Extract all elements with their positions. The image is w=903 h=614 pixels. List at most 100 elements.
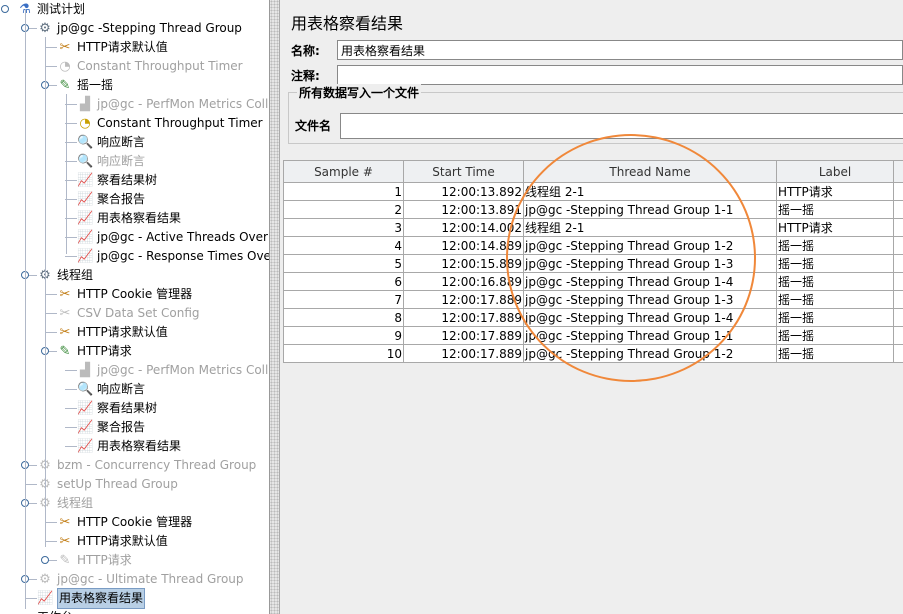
table-row[interactable]: 5 12:00:15.889 jp@gc -Stepping Thread Grou… (283, 254, 903, 273)
table-cell (893, 344, 903, 363)
tree-guide-line (45, 37, 46, 547)
tree-node[interactable]: ▟ jp@gc - PerfMon Metrics Collector (77, 361, 269, 380)
table-row[interactable]: 10 12:00:17.889 jp@gc -Stepping Thread Gro… (283, 344, 903, 363)
table-cell: 12:00:16.889 (403, 272, 524, 291)
tree-node-label: jp@gc - Ultimate Thread Group (57, 572, 244, 586)
tree-node[interactable]: ✎ 摇一摇 (57, 76, 113, 95)
table-header: Sample #Start TimeThread NameLabelS (283, 160, 903, 183)
tree-node-label: setUp Thread Group (57, 477, 178, 491)
table-cell: HTTP请求 (776, 218, 894, 237)
tree-node[interactable]: ▟ jp@gc - PerfMon Metrics Collector (77, 95, 269, 114)
table-cell (893, 218, 903, 237)
comment-input[interactable] (337, 65, 903, 85)
table-row[interactable]: 3 12:00:14.002 线程组 2-1 HTTP请求 (283, 218, 903, 237)
table-row[interactable]: 9 12:00:17.889 jp@gc -Stepping Thread Grou… (283, 326, 903, 345)
tree-node[interactable]: ✎ HTTP请求 (57, 342, 132, 361)
tree-node[interactable]: 🔍 响应断言 (77, 380, 145, 399)
tree-node[interactable]: 📈 察看结果树 (77, 171, 157, 190)
comment-label: 注释: (291, 68, 320, 83)
tree-node[interactable]: 🔍 响应断言 (77, 152, 145, 171)
tree-node-label: 摇一摇 (77, 78, 114, 92)
table-row[interactable]: 1 12:00:13.892 线程组 2-1 HTTP请求 (283, 182, 903, 201)
column-header[interactable]: S (893, 160, 903, 183)
tree-node[interactable]: 📈 聚合报告 (77, 418, 145, 437)
tree-node[interactable]: 📈jp@gc - Response Times Over Time (77, 247, 269, 266)
tree-connector (25, 484, 37, 485)
table-cell (893, 182, 903, 201)
tree-node[interactable]: ✎ HTTP请求 (57, 551, 132, 570)
tree-node[interactable]: ⚗ 测试计划 (17, 0, 85, 19)
tree-node[interactable]: ✂ HTTP请求默认值 (57, 323, 168, 342)
column-header[interactable]: Start Time (403, 160, 524, 183)
tree-node-label: HTTP请求默认值 (77, 325, 168, 339)
tree-node[interactable]: ⚙ setUp Thread Group (37, 475, 178, 494)
tree-connector (65, 389, 77, 390)
graph-icon: 📈 (77, 419, 94, 435)
table-cell: HTTP请求 (776, 182, 894, 201)
tree-node-label: 用表格察看结果 (57, 588, 146, 609)
table-row[interactable]: 8 12:00:17.889 jp@gc -Stepping Thread Grou… (283, 308, 903, 327)
table-cell: 2 (283, 200, 404, 219)
table-cell: 摇一摇 (776, 326, 894, 345)
tree-node[interactable]: ✂ HTTP请求默认值 (57, 38, 168, 57)
tree-node[interactable]: 📈jp@gc - Active Threads Over Time (77, 228, 269, 247)
table-cell (893, 254, 903, 273)
table-cell: 12:00:13.892 (403, 182, 524, 201)
tree-node-label: HTTP请求默认值 (77, 40, 168, 54)
wrench-icon: ✂ (59, 39, 71, 55)
tree-node[interactable]: ◔ Constant Throughput Timer (57, 57, 242, 76)
table-cell: 摇一摇 (776, 308, 894, 327)
graph-icon: 📈 (77, 438, 94, 454)
tree-expanded-toggle[interactable] (1, 5, 9, 13)
column-header[interactable]: Label (776, 160, 894, 183)
tree-node-label: HTTP请求 (77, 344, 132, 358)
magnifier-icon: 🔍 (77, 381, 94, 397)
table-row[interactable]: 4 12:00:14.889 jp@gc -Stepping Thread Grou… (283, 236, 903, 255)
tree-node[interactable]: 📈 聚合报告 (77, 190, 145, 209)
filename-input[interactable] (340, 113, 903, 139)
tree-node-label: 响应断言 (97, 154, 146, 168)
tree-node[interactable]: ⚙ jp@gc -Stepping Thread Group (37, 19, 242, 38)
graph-icon: 📈 (77, 172, 94, 188)
workbench-icon: ▭ (17, 610, 33, 614)
table-cell: 12:00:17.889 (403, 326, 524, 345)
wrench-icon: ✂ (59, 533, 71, 549)
name-row: 名称: (291, 40, 903, 60)
tree-node[interactable]: ◔ Constant Throughput Timer (77, 114, 262, 133)
table-cell: 8 (283, 308, 404, 327)
table-row[interactable]: 2 12:00:13.891 jp@gc -Stepping Thread Grou… (283, 200, 903, 219)
tree-node[interactable]: ⚙ jp@gc - Ultimate Thread Group (37, 570, 244, 589)
name-input[interactable] (337, 40, 903, 60)
splitter-handle[interactable] (270, 0, 280, 614)
timer-icon: ◔ (79, 115, 91, 131)
tree-node[interactable]: ✂ HTTP Cookie 管理器 (57, 513, 193, 532)
tree-node[interactable]: 📈 用表格察看结果 (77, 437, 181, 456)
tree-node-label: 用表格察看结果 (97, 211, 182, 225)
tree-node[interactable]: 📈 察看结果树 (77, 399, 157, 418)
magnifier-icon: 🔍 (77, 153, 94, 169)
tree-node-label: HTTP Cookie 管理器 (77, 515, 193, 529)
tree-node[interactable]: ✂ CSV Data Set Config (57, 304, 200, 323)
table-cell: jp@gc -Stepping Thread Group 1-3 (523, 290, 777, 309)
tree-node-label: HTTP Cookie 管理器 (77, 287, 193, 301)
tree-connector (65, 370, 77, 371)
tree-node[interactable]: 📈 用表格察看结果 (77, 209, 181, 228)
tree-node[interactable]: ✂ HTTP Cookie 管理器 (57, 285, 193, 304)
column-header[interactable]: Thread Name (523, 160, 777, 183)
column-header[interactable]: Sample # (283, 160, 404, 183)
table-cell: 摇一摇 (776, 344, 894, 363)
table-row[interactable]: 7 12:00:17.889 jp@gc -Stepping Thread Grou… (283, 290, 903, 309)
chart-icon: ▟ (80, 362, 90, 378)
tree-collapsed-toggle[interactable] (41, 556, 49, 564)
table-cell: 12:00:14.002 (403, 218, 524, 237)
table-cell (893, 308, 903, 327)
comment-row: 注释: (291, 65, 903, 85)
tree-connector (45, 66, 57, 67)
tree-node[interactable]: ⚙ bzm - Concurrency Thread Group (37, 456, 256, 475)
tree-node[interactable]: ✂ HTTP请求默认值 (57, 532, 168, 551)
tree-node[interactable]: 🔍 响应断言 (77, 133, 145, 152)
sampler-icon: ✎ (59, 343, 71, 359)
table-row[interactable]: 6 12:00:16.889 jp@gc -Stepping Thread Grou… (283, 272, 903, 291)
tree-node[interactable]: 📈 用表格察看结果 (37, 588, 146, 609)
file-section-title: 所有数据写入一个文件 (297, 84, 422, 101)
